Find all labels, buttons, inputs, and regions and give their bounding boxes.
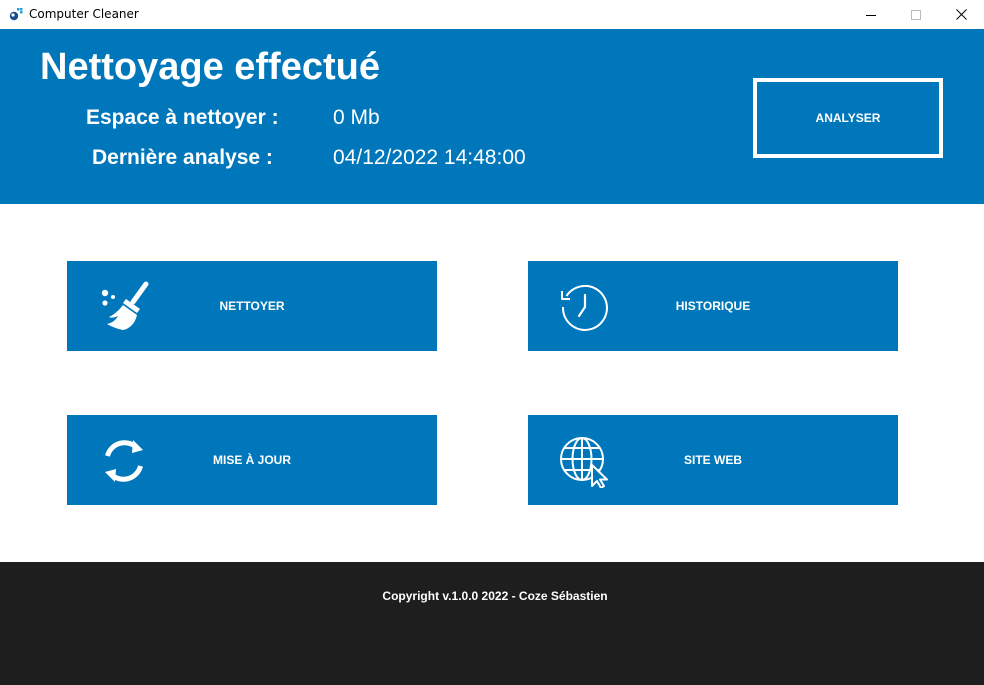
close-icon xyxy=(955,9,967,20)
website-button-label: SITE WEB xyxy=(683,453,742,467)
history-clock-icon xyxy=(561,284,608,331)
maximize-button[interactable] xyxy=(893,0,939,29)
window-title: Computer Cleaner xyxy=(29,7,139,21)
close-button[interactable] xyxy=(938,0,984,29)
space-value: 0 Mb xyxy=(333,106,380,129)
copyright-text: Copyright v.1.0.0 2022 - Coze Sébastien xyxy=(382,589,608,603)
website-button[interactable]: SITE WEB xyxy=(528,415,898,505)
app-icon xyxy=(9,8,23,21)
analyse-button[interactable]: ANALYSER xyxy=(753,78,943,158)
clean-button-label: NETTOYER xyxy=(219,299,285,313)
analyse-button-label: ANALYSER xyxy=(815,111,881,125)
footer: Copyright v.1.0.0 2022 - Coze Sébastien xyxy=(0,562,984,685)
minimize-button[interactable] xyxy=(848,0,894,29)
status-header: Nettoyage effectué Espace à nettoyer : 0… xyxy=(0,29,984,204)
clean-button[interactable]: NETTOYER xyxy=(67,261,437,351)
space-label: Espace à nettoyer : xyxy=(86,106,279,129)
history-button-label: HISTORIQUE xyxy=(675,299,751,313)
minimize-icon xyxy=(866,14,876,16)
page-title: Nettoyage effectué xyxy=(40,46,380,88)
refresh-icon xyxy=(105,440,143,482)
maximize-icon xyxy=(911,9,921,20)
update-button-label: MISE À JOUR xyxy=(212,453,291,467)
globe-cursor-icon xyxy=(560,437,608,488)
last-scan-label: Dernière analyse : xyxy=(92,146,273,169)
history-button[interactable]: HISTORIQUE xyxy=(528,261,898,351)
title-bar: Computer Cleaner xyxy=(0,0,984,29)
last-scan-value: 04/12/2022 14:48:00 xyxy=(333,146,526,169)
update-button[interactable]: MISE À JOUR xyxy=(67,415,437,505)
broom-icon xyxy=(101,281,149,330)
